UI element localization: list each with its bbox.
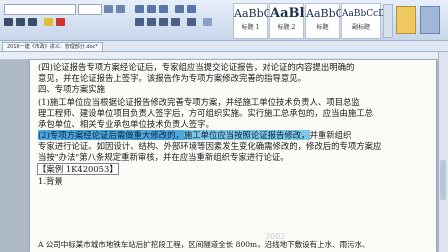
- paragraph-line: (四)论证报告专项方案经论证后，专家组应当提交论证报告，对论证的内容提出明确的: [38, 62, 355, 72]
- shrink-font-icon[interactable]: [116, 5, 125, 13]
- selected-text-highlight: 施工单位应当按照论证报告修改，: [183, 130, 310, 140]
- vertical-scrollbar[interactable]: [438, 52, 448, 252]
- paragraph-line: 专家进行论证。如因设计、结构、外部环境等因素发生变化确需修改的，修改后的专项方案…: [38, 141, 382, 151]
- align-left-icon[interactable]: [135, 18, 144, 26]
- style-sample: AaBl: [270, 6, 305, 21]
- font-color-icon[interactable]: [56, 18, 65, 26]
- style-sample: AaBbC: [234, 7, 273, 20]
- paragraph-line-highlighted: (2)专项方案经论证后需做重大修改的，施工单位应当按照论证报告修改，并重新组织: [38, 130, 351, 140]
- paragraph-line: A 公司中标某市城市地铁车站后扩挖段工程，区间隧道全长 800m，沿线地下敷设有…: [38, 240, 370, 249]
- highlight-color-icon[interactable]: [44, 18, 53, 26]
- style-label: 标题 1: [241, 24, 260, 31]
- style-title[interactable]: AaBbC 标题: [305, 3, 345, 39]
- paragraph-line: 当按"办法"第八条规定重新审核，并在应当重新组织专家进行论证。: [38, 152, 289, 162]
- style-label: 标题: [316, 24, 329, 31]
- subheading: 1.背景: [38, 176, 63, 186]
- numbering-icon[interactable]: [147, 5, 156, 13]
- styles-scroll-button[interactable]: [383, 4, 393, 38]
- style-sample: AaBbC: [306, 7, 345, 20]
- style-label: 标题 2: [277, 24, 296, 31]
- underline-icon[interactable]: [28, 18, 37, 26]
- find-replace-icon[interactable]: [420, 6, 440, 34]
- font-name-box[interactable]: [4, 4, 76, 15]
- style-sample: AaBbCcD: [342, 9, 386, 19]
- paragraph-line: 承包单位、相关专业承包单位技术负责人签字。: [38, 119, 214, 129]
- scrollbar-thumb[interactable]: [440, 160, 446, 200]
- change-styles-icon[interactable]: [396, 6, 416, 34]
- shading-icon[interactable]: [203, 18, 212, 26]
- paragraph-line: 意见，并在论证报告上签字。该报告作为专项方案修改完善的指导意见。: [38, 73, 306, 83]
- increase-indent-icon[interactable]: [187, 5, 196, 13]
- font-size-box[interactable]: [78, 4, 102, 15]
- paragraph-line: 理工程师、建设单位项目负责人签字后，方可组织实施。实行施工总承包的，应当由施工总: [38, 108, 373, 118]
- style-subtitle[interactable]: AaBbCcD 副标题: [341, 3, 386, 39]
- plain-text: 并重新组织: [309, 130, 352, 140]
- multilevel-list-icon[interactable]: [159, 5, 168, 13]
- style-heading-2[interactable]: AaBl 标题 2: [269, 3, 304, 39]
- bold-icon[interactable]: [4, 18, 13, 26]
- justify-icon[interactable]: [171, 18, 180, 26]
- next-page[interactable]: A 公司中标某市城市地铁车站后扩挖段工程，区间隧道全长 800m，沿线地下敷设有…: [30, 240, 436, 252]
- style-label: 副标题: [351, 24, 370, 31]
- paragraph-line: (1)施工单位应当根据论证报告修改完善专项方案，并经施工单位技术负责人、项目总监: [38, 97, 360, 107]
- style-heading-1[interactable]: AaBbC 标题 1: [233, 3, 273, 39]
- grow-font-icon[interactable]: [104, 5, 113, 13]
- document-tab-strip: 2016一建《市政》讲义：管理部分.doc*: [0, 41, 448, 52]
- align-right-icon[interactable]: [159, 18, 168, 26]
- bullets-icon[interactable]: [135, 5, 144, 13]
- italic-icon[interactable]: [16, 18, 25, 26]
- decrease-indent-icon[interactable]: [175, 5, 184, 13]
- horizontal-ruler[interactable]: [0, 52, 448, 60]
- section-heading: 四、专项方案实施: [38, 84, 105, 94]
- case-heading: 【案例 1K420053】: [37, 163, 119, 175]
- case-label: 【案例 1K420053】: [37, 163, 119, 175]
- document-tab[interactable]: 2016一建《市政》讲义：管理部分.doc*: [2, 42, 103, 52]
- align-center-icon[interactable]: [147, 18, 156, 26]
- selected-text-highlight: (2)专项方案经论证后需做重大修改的，: [38, 130, 184, 140]
- document-page[interactable]: (四)论证报告专项方案经论证后，专家组应当提交论证报告，对论证的内容提出明确的 …: [30, 60, 436, 252]
- ribbon-toolbar: AaBbC 标题 1 AaBl 标题 2 AaBbC 标题 AaBbCcD 副标…: [0, 0, 448, 41]
- line-spacing-icon[interactable]: [187, 18, 196, 26]
